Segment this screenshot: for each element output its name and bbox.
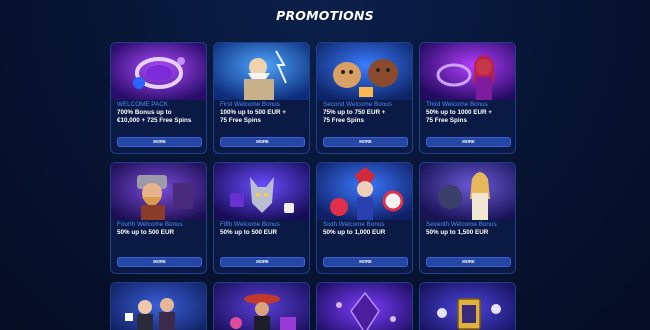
goddess-art-icon — [420, 163, 515, 220]
promo-card-sixth-welcome-bonus[interactable]: Sixth Welcome Bonus 50% up to 1,000 EUR … — [316, 162, 413, 274]
wolf-art-icon — [214, 163, 309, 220]
jester-art-icon — [317, 163, 412, 220]
card-players-art-icon — [111, 283, 206, 330]
promo-card-third-welcome-bonus[interactable]: Third Welcome Bonus 50% up to 1000 EUR +… — [419, 42, 516, 154]
promo-card-seventh-welcome-bonus[interactable]: Seventh Welcome Bonus 50% up to 1,500 EU… — [419, 162, 516, 274]
promo-card-label: Fifth Welcome Bonus — [220, 221, 280, 228]
promo-card-fifth-welcome-bonus[interactable]: Fifth Welcome Bonus 50% up to 500 EUR MO… — [213, 162, 310, 274]
dogs-art-icon — [317, 43, 412, 100]
more-button[interactable]: MORE — [117, 137, 202, 147]
promo-card-description: 50% up to 1000 EUR +75 Free Spins — [426, 109, 492, 125]
sorceress-art-icon — [420, 43, 515, 100]
ring-art-icon — [111, 43, 206, 100]
promo-card-description: 50% up to 1,000 EUR — [323, 229, 386, 236]
promo-card-description: 700% Bonus up to €10,000 + 725 Free Spins — [117, 109, 192, 125]
promo-card-label: Third Welcome Bonus — [426, 101, 488, 108]
promo-card-label: Fourth Welcome Bonus — [117, 221, 183, 228]
promo-card-fourth-welcome-bonus[interactable]: Fourth Welcome Bonus 50% up to 500 EUR M… — [110, 162, 207, 274]
promo-card-twelfth[interactable] — [419, 282, 516, 330]
crystal-art-icon — [317, 283, 412, 330]
promo-card-eleventh[interactable] — [316, 282, 413, 330]
treasure-art-icon — [420, 283, 515, 330]
promo-card-ninth[interactable] — [110, 282, 207, 330]
more-button[interactable]: MORE — [117, 257, 202, 267]
promo-card-second-welcome-bonus[interactable]: Second Welcome Bonus 75% up to 750 EUR +… — [316, 42, 413, 154]
promo-card-label: Second Welcome Bonus — [323, 101, 392, 108]
promo-card-description: 50% up to 500 EUR — [220, 229, 278, 236]
page-title: PROMOTIONS — [276, 8, 374, 23]
promotions-grid: WELCOME PACK 700% Bonus up to €10,000 + 7… — [110, 42, 516, 330]
promo-card-description: 50% up to 1,500 EUR — [426, 229, 489, 236]
promo-card-description: 50% up to 500 EUR — [117, 229, 175, 236]
promo-card-label: Seventh Welcome Bonus — [426, 221, 497, 228]
promo-card-description: 100% up to 500 EUR +75 Free Spins — [220, 109, 286, 125]
more-button[interactable]: MORE — [426, 257, 511, 267]
promo-card-welcome-pack[interactable]: WELCOME PACK 700% Bonus up to €10,000 + 7… — [110, 42, 207, 154]
more-button[interactable]: MORE — [220, 137, 305, 147]
more-button[interactable]: MORE — [323, 257, 408, 267]
more-button[interactable]: MORE — [220, 257, 305, 267]
more-button[interactable]: MORE — [426, 137, 511, 147]
promo-card-first-welcome-bonus[interactable]: First Welcome Bonus 100% up to 500 EUR +… — [213, 42, 310, 154]
promo-card-label: Sixth Welcome Bonus — [323, 221, 385, 228]
viking-art-icon — [111, 163, 206, 220]
promo-card-label: WELCOME PACK — [117, 101, 168, 108]
promo-card-tenth[interactable] — [213, 282, 310, 330]
promo-card-description: 75% up to 750 EUR +75 Free Spins — [323, 109, 386, 125]
zeus-art-icon — [214, 43, 309, 100]
mariachi-art-icon — [214, 283, 309, 330]
more-button[interactable]: MORE — [323, 137, 408, 147]
promo-card-label: First Welcome Bonus — [220, 101, 280, 108]
